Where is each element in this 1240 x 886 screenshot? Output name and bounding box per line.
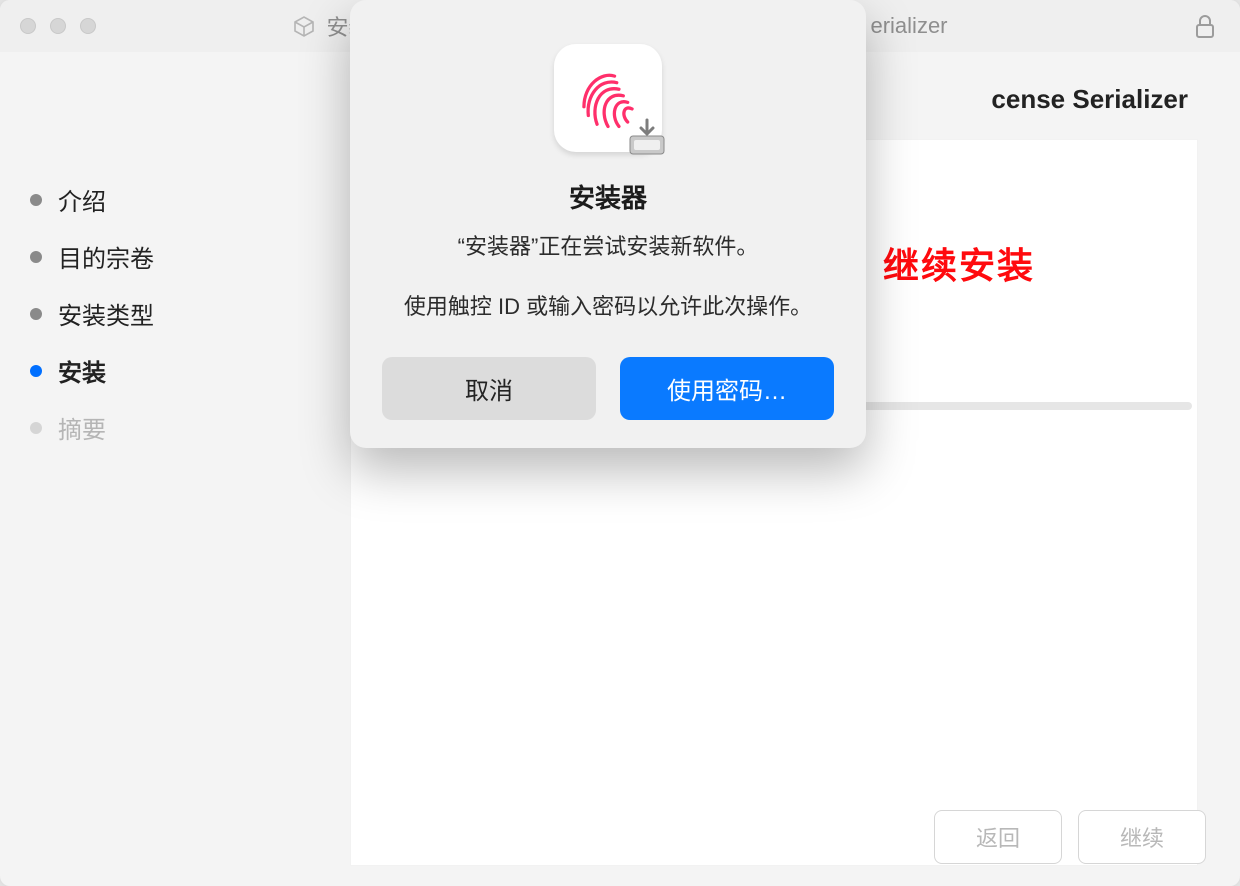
close-window-button[interactable] — [20, 18, 36, 34]
bottom-buttons: 返回 继续 — [934, 810, 1206, 864]
auth-app-icon — [554, 44, 662, 152]
continue-install-annotation: 继续安装 — [883, 237, 1035, 289]
zoom-window-button[interactable] — [80, 18, 96, 34]
sidebar: 介绍 目的宗卷 安装类型 安装 摘要 — [0, 52, 340, 886]
sidebar-step-summary: 摘要 — [30, 410, 320, 445]
installer-window: 安装 erializer 介绍 目的宗卷 安装类型 安装 — [0, 0, 1240, 886]
sidebar-step-intro: 介绍 — [30, 182, 320, 217]
installer-disk-icon — [626, 116, 668, 158]
sidebar-step-label: 安装 — [58, 353, 106, 388]
back-button[interactable]: 返回 — [934, 810, 1062, 864]
sidebar-step-label: 介绍 — [58, 182, 106, 217]
step-dot-icon — [30, 194, 42, 206]
sidebar-step-label: 安装类型 — [58, 296, 154, 331]
sidebar-step-destination: 目的宗卷 — [30, 239, 320, 274]
lock-icon[interactable] — [1194, 14, 1216, 40]
step-dot-icon — [30, 251, 42, 263]
sidebar-step-label: 目的宗卷 — [58, 239, 154, 274]
step-dot-icon — [30, 365, 42, 377]
step-dot-icon — [30, 308, 42, 320]
auth-dialog-buttons: 取消 使用密码… — [382, 357, 834, 420]
traffic-lights — [20, 18, 96, 34]
auth-dialog-title: 安装器 — [569, 178, 647, 215]
use-password-button[interactable]: 使用密码… — [620, 357, 834, 420]
auth-dialog-message: “安装器”正在尝试安装新软件。 — [458, 229, 759, 261]
step-dot-icon — [30, 422, 42, 434]
sidebar-step-install-type: 安装类型 — [30, 296, 320, 331]
auth-dialog: 安装器 “安装器”正在尝试安装新软件。 使用触控 ID 或输入密码以允许此次操作… — [350, 0, 866, 448]
continue-button[interactable]: 继续 — [1078, 810, 1206, 864]
cancel-button[interactable]: 取消 — [382, 357, 596, 420]
sidebar-step-label: 摘要 — [58, 410, 106, 445]
window-title-suffix: erializer — [870, 13, 947, 39]
minimize-window-button[interactable] — [50, 18, 66, 34]
sidebar-step-install: 安装 — [30, 353, 320, 388]
auth-dialog-instruction: 使用触控 ID 或输入密码以允许此次操作。 — [404, 289, 812, 321]
package-icon — [292, 14, 316, 38]
